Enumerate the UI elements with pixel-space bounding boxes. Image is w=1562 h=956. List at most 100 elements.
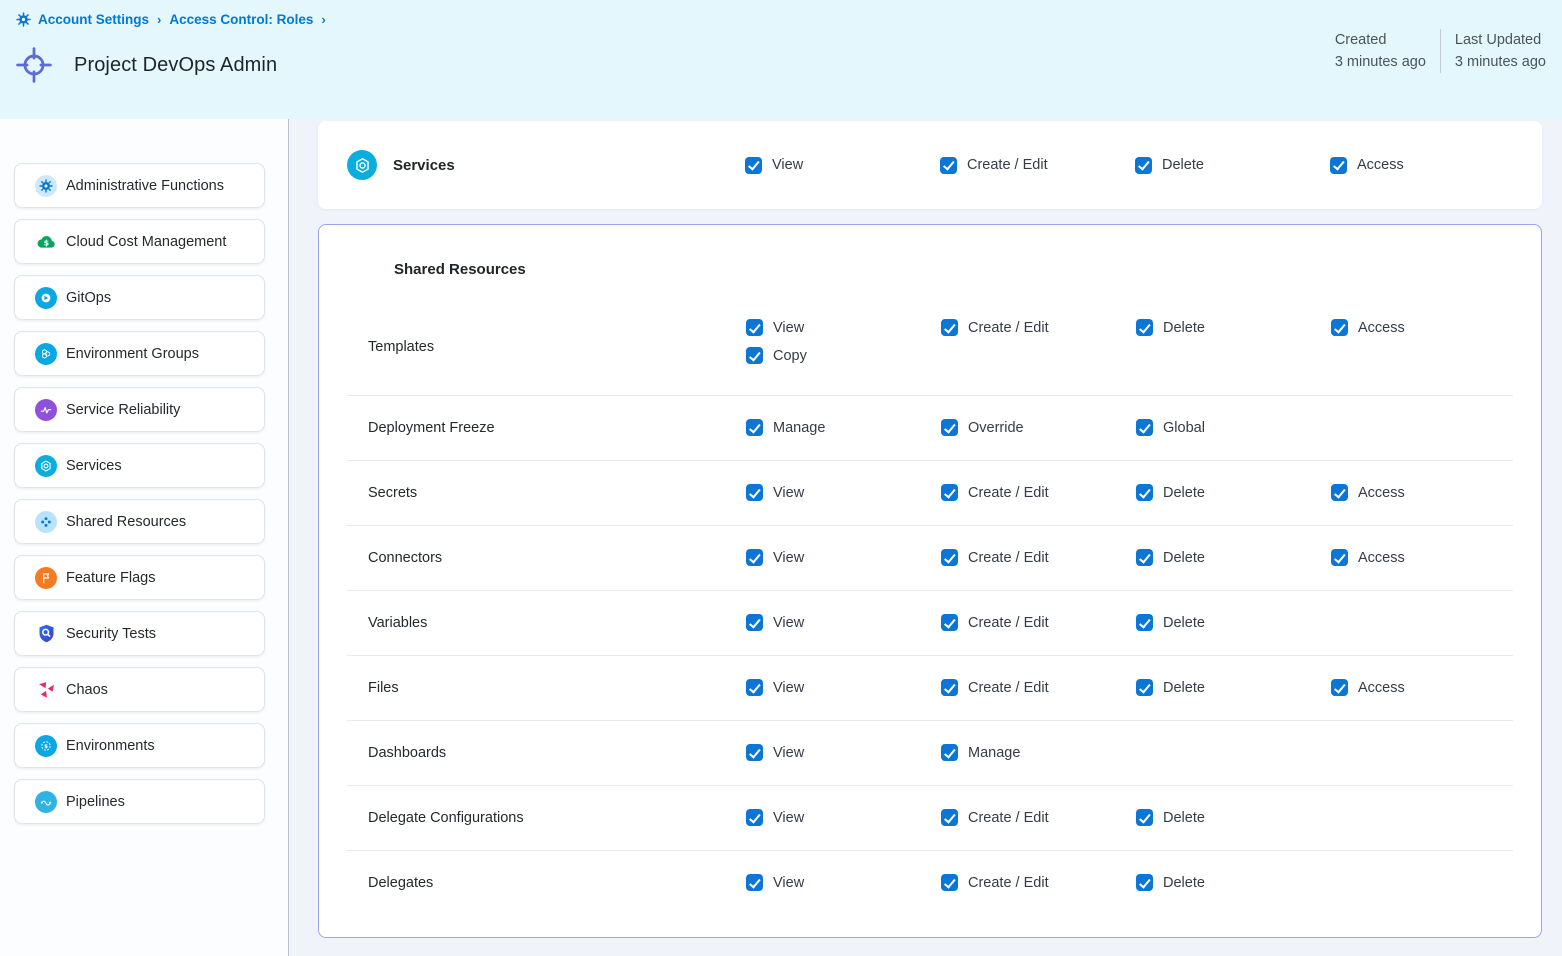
permission-row-files: FilesViewCreate / EditDeleteAccess — [319, 655, 1541, 720]
checkbox-icon — [1135, 157, 1152, 174]
pipelines-icon — [35, 791, 57, 813]
sidebar-item-shared-resources[interactable]: Shared Resources — [14, 499, 265, 544]
sidebar-item-label: Shared Resources — [66, 514, 186, 530]
permission-create-edit[interactable]: Create / Edit — [941, 319, 1136, 336]
permission-view[interactable]: View — [746, 319, 941, 336]
checkbox-icon — [1136, 679, 1153, 696]
checkbox-icon — [746, 419, 763, 436]
permission-copy[interactable]: Copy — [746, 347, 941, 364]
permission-global[interactable]: Global — [1136, 419, 1331, 436]
permission-view[interactable]: View — [746, 614, 941, 631]
checkbox-icon — [1331, 679, 1348, 696]
sidebar-item-label: Chaos — [66, 682, 108, 698]
permission-cell: Access — [1331, 549, 1526, 566]
checkbox-icon — [1331, 319, 1348, 336]
breadcrumb-link-access-control-roles[interactable]: Access Control: Roles — [169, 12, 313, 27]
sidebar-item-services[interactable]: Services — [14, 443, 265, 488]
permission-label: Create / Edit — [968, 810, 1049, 826]
sidebar-item-pipelines[interactable]: Pipelines — [14, 779, 265, 824]
permission-label: Copy — [773, 348, 807, 364]
permission-view[interactable]: View — [746, 874, 941, 891]
permission-cell: View — [746, 679, 941, 696]
checkbox-icon — [1136, 419, 1153, 436]
permission-create-edit[interactable]: Create / Edit — [941, 614, 1136, 631]
security-tests-icon — [35, 623, 57, 645]
permission-view[interactable]: View — [746, 484, 941, 501]
permission-delete[interactable]: Delete — [1136, 679, 1331, 696]
permission-view[interactable]: View — [745, 157, 940, 174]
permission-access[interactable]: Access — [1330, 157, 1525, 174]
permission-label: Create / Edit — [967, 157, 1048, 173]
checkbox-icon — [941, 679, 958, 696]
checkbox-icon — [941, 549, 958, 566]
permission-delete[interactable]: Delete — [1136, 614, 1331, 631]
sidebar-item-cloud-cost-management[interactable]: $Cloud Cost Management — [14, 219, 265, 264]
permission-cell: Access — [1331, 319, 1526, 336]
permission-label: Delete — [1163, 615, 1205, 631]
shared-resources-icon — [35, 511, 57, 533]
permission-view[interactable]: View — [746, 679, 941, 696]
sidebar-item-environments[interactable]: $Environments — [14, 723, 265, 768]
permission-label: Delete — [1163, 320, 1205, 336]
sidebar-item-security-tests[interactable]: Security Tests — [14, 611, 265, 656]
permission-label: View — [773, 615, 804, 631]
meta-created: Created3 minutes ago — [1321, 29, 1440, 73]
resource-label: Secrets — [368, 485, 746, 501]
breadcrumb: Account Settings›Access Control: Roles› — [16, 12, 327, 27]
sidebar-item-administrative-functions[interactable]: Administrative Functions — [14, 163, 265, 208]
checkbox-icon — [746, 744, 763, 761]
permission-label: Access — [1358, 485, 1405, 501]
checkbox-icon — [746, 549, 763, 566]
permission-row-connectors: ConnectorsViewCreate / Edit Delete Access — [319, 525, 1541, 590]
sidebar-item-environment-groups[interactable]: Environment Groups — [14, 331, 265, 376]
permission-view[interactable]: View — [746, 809, 941, 826]
permission-label: Create / Edit — [968, 485, 1049, 501]
permission-create-edit[interactable]: Create / Edit — [941, 679, 1136, 696]
permission-create-edit[interactable]: Create / Edit — [941, 549, 1136, 566]
permission-delete[interactable]: Delete — [1136, 484, 1331, 501]
permission-cell: Global — [1136, 419, 1331, 436]
permission-cell: Create / Edit — [941, 809, 1136, 826]
permission-manage[interactable]: Manage — [746, 419, 941, 436]
shared-resources-permission-card: Shared Resources TemplatesViewCopyCreate… — [318, 224, 1542, 938]
sidebar-item-gitops[interactable]: GitOps — [14, 275, 265, 320]
sidebar-item-label: Services — [66, 458, 122, 474]
permission-row-delegate-configurations: Delegate ConfigurationsViewCreate / Edit… — [319, 785, 1541, 850]
permission-create-edit[interactable]: Create / Edit — [940, 157, 1135, 174]
permission-create-edit[interactable]: Create / Edit — [941, 874, 1136, 891]
sidebar-item-chaos[interactable]: Chaos — [14, 667, 265, 712]
shared-resources-header: Shared Resources — [319, 254, 1541, 284]
breadcrumb-link-account-settings[interactable]: Account Settings — [38, 12, 149, 27]
services-icon — [347, 150, 377, 180]
permission-override[interactable]: Override — [941, 419, 1136, 436]
permission-access[interactable]: Access — [1331, 679, 1526, 696]
permission-view[interactable]: View — [746, 549, 941, 566]
permission-delete[interactable]: Delete — [1136, 319, 1331, 336]
permission-view[interactable]: View — [746, 744, 941, 761]
permission-access[interactable]: Access — [1331, 319, 1526, 336]
services-permission-card: Services ViewCreate / EditDeleteAccess — [318, 121, 1542, 209]
permission-delete[interactable]: Delete — [1135, 157, 1330, 174]
breadcrumb-links: Account Settings›Access Control: Roles› — [38, 12, 327, 27]
permission-label: View — [773, 680, 804, 696]
permission-cell: Create / Edit — [941, 549, 1136, 566]
permission-manage[interactable]: Manage — [941, 744, 1136, 761]
permission-cell: Access — [1331, 679, 1526, 696]
permission-create-edit[interactable]: Create / Edit — [941, 484, 1136, 501]
section-title-shared-resources: Shared Resources — [394, 261, 526, 278]
resource-label: Delegates — [368, 875, 746, 891]
permission-delete[interactable]: Delete — [1136, 874, 1331, 891]
permission-cell: Override — [941, 419, 1136, 436]
permission-access[interactable]: Access — [1331, 549, 1526, 566]
sidebar-item-service-reliability[interactable]: Service Reliability — [14, 387, 265, 432]
permission-delete[interactable]: Delete — [1136, 809, 1331, 826]
sidebar-item-label: Feature Flags — [66, 570, 155, 586]
main-content: Services ViewCreate / EditDeleteAccess S… — [289, 119, 1562, 956]
permission-cell: Access — [1330, 157, 1525, 174]
permission-create-edit[interactable]: Create / Edit — [941, 809, 1136, 826]
resource-label: Connectors — [368, 550, 746, 566]
sidebar-item-feature-flags[interactable]: Feature Flags — [14, 555, 265, 600]
permission-label: Delete — [1163, 550, 1205, 566]
permission-delete[interactable]: Delete — [1136, 549, 1331, 566]
permission-access[interactable]: Access — [1331, 484, 1526, 501]
